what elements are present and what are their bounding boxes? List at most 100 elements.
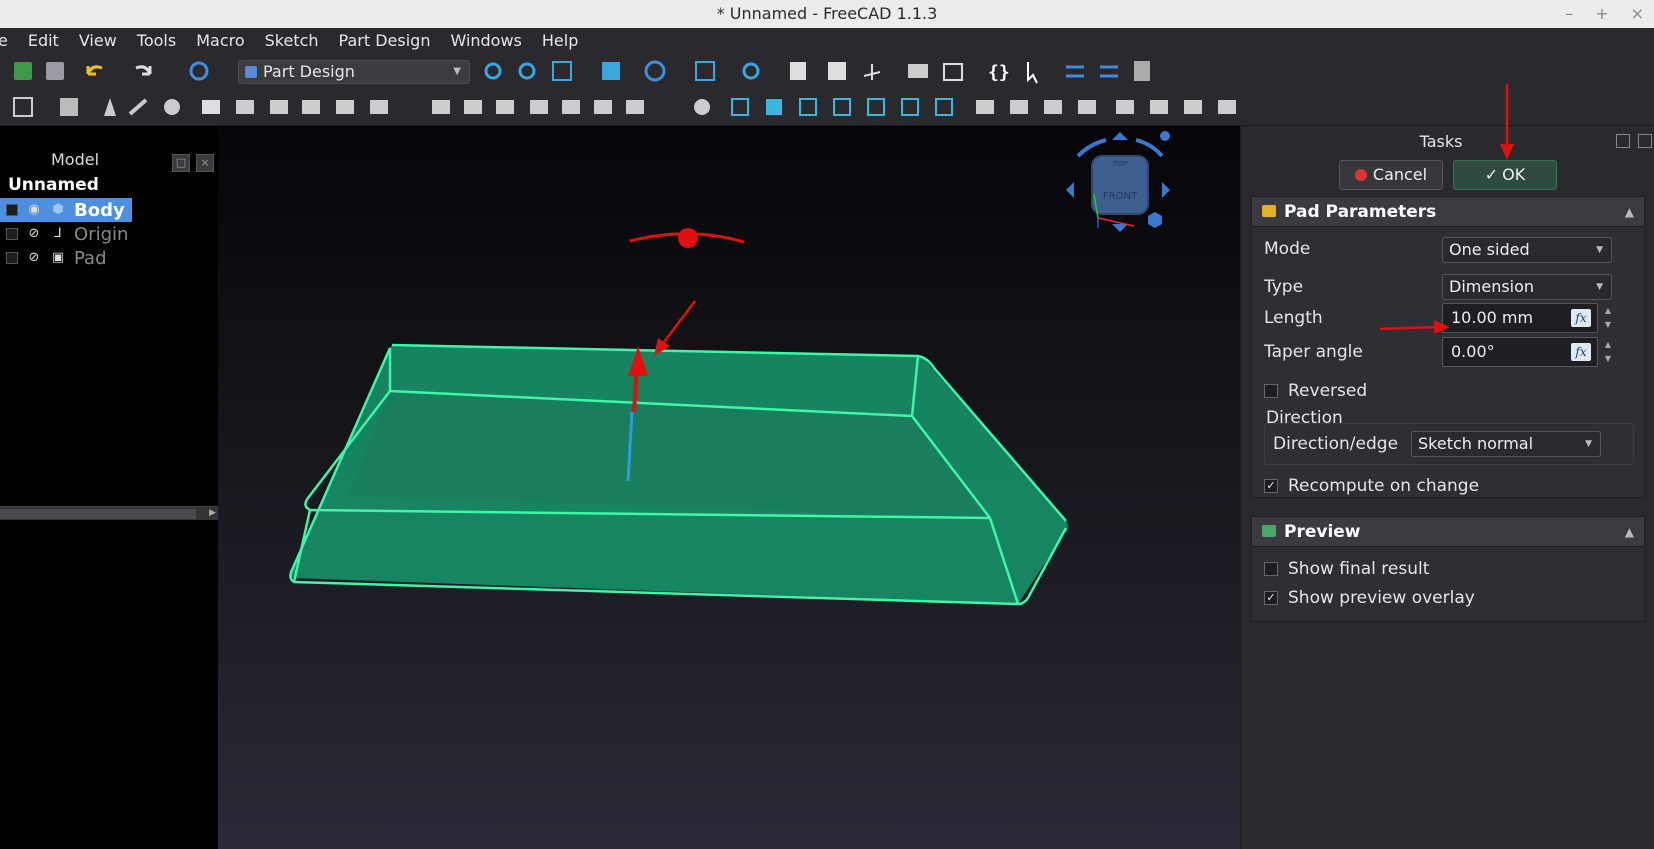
- multi-transform-icon[interactable]: [833, 98, 851, 116]
- float-panel-button[interactable]: [1616, 134, 1630, 148]
- loft-icon[interactable]: [270, 100, 288, 114]
- tree-root-document[interactable]: Unnamed: [8, 175, 99, 195]
- preview-header[interactable]: Preview ▲: [1252, 517, 1644, 547]
- nav-rotate-right-arrow[interactable]: [1135, 138, 1164, 158]
- show-final-checkbox[interactable]: [1264, 562, 1278, 576]
- subtractive-primitive-icon[interactable]: [626, 100, 644, 114]
- sketch-chart-icon[interactable]: [1218, 100, 1236, 114]
- axis-icon[interactable]: [863, 64, 881, 80]
- mirrored-icon[interactable]: [731, 98, 749, 116]
- tree-item-pad[interactable]: ⊘ ▣ Pad: [0, 246, 107, 270]
- sketch-icon[interactable]: [60, 98, 78, 116]
- scrollbar-thumb[interactable]: [0, 509, 196, 519]
- menu-tools[interactable]: Tools: [127, 28, 186, 54]
- measure-icon[interactable]: [602, 62, 620, 80]
- show-overlay-checkbox-row[interactable]: ✓ Show preview overlay: [1264, 588, 1475, 608]
- thickness-icon[interactable]: [1010, 100, 1028, 114]
- tree-horizontal-scrollbar[interactable]: ▶: [0, 506, 218, 520]
- clone-icon[interactable]: [1078, 100, 1096, 114]
- ok-button[interactable]: ✓ OK: [1453, 160, 1557, 190]
- menu-file[interactable]: e: [0, 28, 18, 54]
- helix-icon[interactable]: [336, 100, 354, 114]
- fillet-icon[interactable]: [901, 98, 919, 116]
- view-iso-icon[interactable]: [552, 61, 572, 81]
- datum-line-icon[interactable]: [128, 98, 148, 116]
- recompute-checkbox[interactable]: ✓: [1264, 479, 1278, 493]
- fit-all-icon[interactable]: [484, 62, 502, 80]
- cancel-button[interactable]: Cancel: [1339, 160, 1443, 190]
- std-views-icon[interactable]: [695, 61, 715, 81]
- subtractive-loft-icon[interactable]: [530, 100, 548, 114]
- pocket-icon[interactable]: [432, 100, 450, 114]
- scaled-icon[interactable]: [867, 98, 885, 116]
- redo-icon[interactable]: [135, 65, 152, 76]
- sync-left-icon[interactable]: [1066, 65, 1084, 78]
- draw-style-icon[interactable]: [644, 60, 666, 82]
- dimension-tool-icon[interactable]: [790, 62, 806, 80]
- close-button[interactable]: ×: [1631, 0, 1644, 28]
- zoom-icon[interactable]: [742, 62, 760, 80]
- macro-braces-icon[interactable]: {}: [988, 62, 1010, 83]
- sprocket-icon[interactable]: [1116, 100, 1134, 114]
- menu-windows[interactable]: Windows: [440, 28, 531, 54]
- datum-plane-icon[interactable]: [164, 99, 180, 115]
- menu-edit[interactable]: Edit: [18, 28, 69, 54]
- boolean-icon[interactable]: [694, 99, 710, 115]
- polar-pattern-icon[interactable]: [799, 98, 817, 116]
- length-stepper[interactable]: ▲ ▼: [1601, 304, 1615, 334]
- show-final-checkbox-row[interactable]: Show final result: [1264, 559, 1429, 579]
- nav-rotate-left-arrow[interactable]: [1076, 138, 1107, 158]
- undo-icon[interactable]: [86, 65, 103, 76]
- workbench-selector[interactable]: Part Design ▼: [238, 60, 470, 84]
- collapse-icon[interactable]: ▲: [1625, 517, 1634, 547]
- navigation-cube[interactable]: TOP FRONT: [1066, 131, 1170, 232]
- linear-pattern-icon[interactable]: [766, 99, 782, 115]
- expression-button[interactable]: fx: [1571, 343, 1591, 361]
- nav-down-arrow[interactable]: [1112, 224, 1128, 232]
- mode-select[interactable]: One sided ▼: [1442, 237, 1612, 263]
- menu-help[interactable]: Help: [532, 28, 588, 54]
- eye-hidden-icon[interactable]: ⊘: [26, 250, 42, 266]
- calculator-icon[interactable]: [1134, 61, 1150, 81]
- length-input[interactable]: 10.00 mm fx ▲ ▼: [1442, 303, 1611, 333]
- reversed-checkbox-row[interactable]: Reversed: [1264, 381, 1367, 401]
- shape-binder-icon[interactable]: [1044, 100, 1062, 114]
- datum-point-icon[interactable]: [104, 98, 116, 116]
- dock-panel-button[interactable]: [1638, 134, 1652, 148]
- recompute-checkbox-row[interactable]: ✓ Recompute on change: [1264, 476, 1479, 496]
- chamfer-icon[interactable]: [935, 98, 953, 116]
- tree-checkbox[interactable]: [6, 228, 18, 240]
- additive-primitive-icon[interactable]: [370, 100, 388, 114]
- maximize-button[interactable]: +: [1595, 0, 1608, 28]
- revolution-icon[interactable]: [236, 100, 254, 114]
- nav-up-arrow[interactable]: [1112, 132, 1128, 140]
- taper-angle-input[interactable]: 0.00° fx ▲ ▼: [1442, 337, 1611, 367]
- taper-angle-stepper[interactable]: ▲ ▼: [1601, 338, 1615, 368]
- reversed-checkbox[interactable]: [1264, 384, 1278, 398]
- tree-item-origin[interactable]: ⊘ ⅃ Origin: [0, 222, 128, 246]
- expression-button[interactable]: fx: [1571, 309, 1591, 327]
- nav-home-cube-icon[interactable]: [1148, 212, 1162, 228]
- rotation-handle[interactable]: [678, 228, 698, 248]
- collapse-icon[interactable]: ▲: [1625, 197, 1634, 227]
- involute-gear-icon[interactable]: [1150, 100, 1168, 114]
- direction-edge-select[interactable]: Sketch normal ▼: [1411, 431, 1601, 457]
- part-icon[interactable]: [828, 62, 846, 80]
- body-icon[interactable]: [13, 97, 33, 117]
- sync-right-icon[interactable]: [1100, 65, 1118, 78]
- nav-right-arrow[interactable]: [1162, 182, 1170, 198]
- fit-selection-icon[interactable]: [518, 62, 536, 80]
- menu-part-design[interactable]: Part Design: [329, 28, 441, 54]
- float-panel-button[interactable]: □: [172, 154, 190, 172]
- pipe-icon[interactable]: [302, 100, 320, 114]
- subtractive-pipe-icon[interactable]: [562, 100, 580, 114]
- pad-parameters-header[interactable]: Pad Parameters ▲: [1252, 197, 1644, 227]
- subtractive-helix-icon[interactable]: [594, 100, 612, 114]
- tree-checkbox[interactable]: [6, 252, 18, 264]
- eye-icon[interactable]: ◉: [26, 202, 42, 218]
- menu-sketch[interactable]: Sketch: [255, 28, 329, 54]
- type-select[interactable]: Dimension ▼: [1442, 274, 1612, 300]
- close-panel-button[interactable]: ×: [196, 154, 214, 172]
- link-icon[interactable]: [943, 63, 963, 81]
- tree-checkbox[interactable]: [6, 204, 18, 216]
